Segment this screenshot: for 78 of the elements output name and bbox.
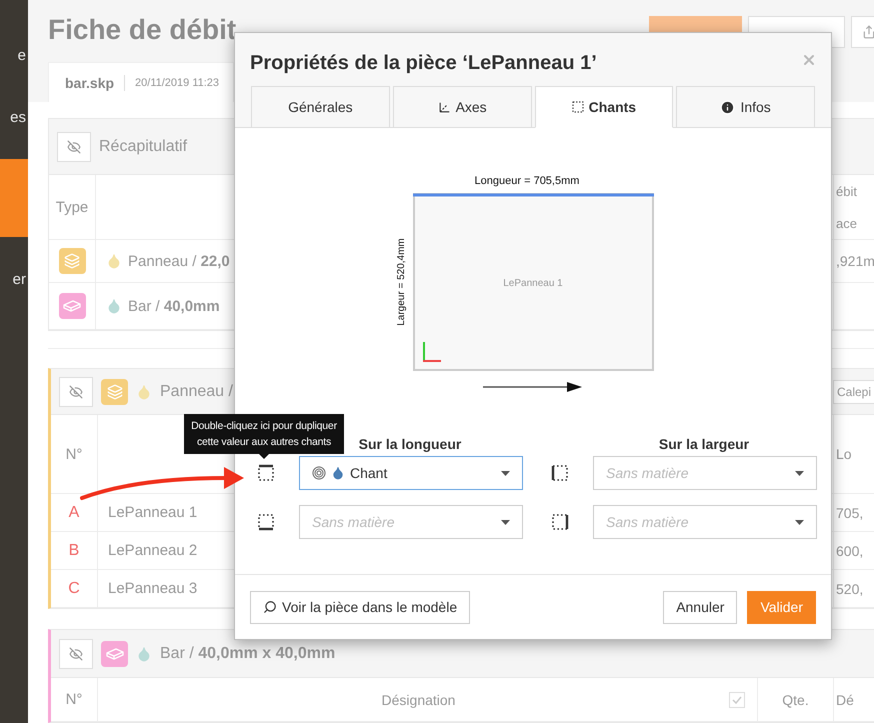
material-label: Bar / 40,0mm [128,298,220,314]
panel-title: Bar / 40,0mm x 40,0mm [160,644,336,662]
select-placeholder: Sans matière [606,514,690,530]
column-header: ace [836,214,858,232]
edge-icon[interactable] [550,512,570,532]
edge-icon[interactable] [550,463,570,483]
column-header: N° [51,678,98,721]
hide-button[interactable] [57,132,91,162]
cancel-button[interactable]: Annuler [663,590,738,624]
panel-title: Récapitulatif [99,138,188,156]
file-name: bar.skp [65,74,114,90]
tab[interactable]: Générales [251,86,390,127]
caret-icon [795,470,804,476]
drop-icon [331,466,345,480]
tab[interactable]: Chants [534,86,674,128]
piece-label: LePanneau 1 [503,278,563,289]
row-letter: A [51,494,98,531]
hide-button[interactable] [59,638,93,668]
sidebar-item[interactable]: e [0,35,28,75]
brick-icon [106,648,124,660]
part-name: LePanneau 1 [108,504,198,521]
locate-button[interactable]: Voir la pièce dans le modèle [250,590,470,624]
axes-icon [423,342,441,362]
column-header: Qte. [782,692,809,708]
tab[interactable]: Axes [392,86,532,127]
column-header: Type [49,175,96,239]
column-header: Lo [836,446,853,462]
dialog-title: Propriétés de la pièce ‘LePanneau 1’ [250,52,597,75]
tooltip: Double-cliquez ici pour dupliquer cette valeur aux autres chants [184,414,344,454]
file-date: 20/11/2019 11:23 [135,76,220,88]
toolbar-button[interactable] [851,16,874,48]
table-cell: ,921m [836,253,874,269]
panel-title: Panneau / [160,382,233,400]
select-value: Chant [350,465,388,481]
eye-off-icon [69,646,83,660]
width-label: Largeur = 520,4mm [396,238,407,326]
eye-off-icon [69,384,83,398]
material-label: Panneau / 22,0 [128,252,230,270]
part-name: LePanneau 2 [108,542,198,559]
select-placeholder: Sans matière [312,514,396,530]
tooltip-pointer [258,453,270,459]
brick-icon [63,300,81,312]
table-cell-text: 705, [836,504,864,520]
column-header: Dé [836,692,855,708]
select-placeholder: Sans matière [606,465,690,481]
layers-icon [106,384,122,400]
axes-icon [438,100,451,114]
table-cell-text: 520, [836,580,864,596]
file-tab[interactable]: bar.skp 20/11/2019 11:23 [48,62,234,102]
sidebar-item[interactable]: er [0,259,28,299]
part-name: LePanneau 3 [108,580,198,597]
info-icon [720,100,736,114]
dashed-square-icon [572,101,584,113]
checkbox[interactable] [729,692,745,708]
rings-icon [312,466,326,480]
search-icon [263,600,277,614]
column-header: N° [51,415,98,493]
section-title: Sur la longueur [358,436,462,452]
sidebar-item[interactable]: es [0,97,28,137]
caret-icon [501,520,510,524]
eye-off-icon [67,140,81,154]
length-label: Longueur = 705,5mm [474,175,580,187]
row-letter: C [51,570,98,607]
row-letter: B [51,532,98,569]
hide-button[interactable] [59,376,93,406]
table-cell-text: 600, [836,542,864,558]
column-header: Désignation [382,692,456,708]
column-header: ébit [836,182,858,200]
edge-icon[interactable] [256,463,276,483]
layers-icon [64,253,80,269]
section-title: Sur la largeur [658,436,750,452]
caret-icon [501,470,510,476]
page-title: Fiche de débit [48,14,236,46]
caret-icon [795,520,804,524]
share-icon [862,25,874,39]
edge-select[interactable]: Chant [299,456,523,490]
tab[interactable]: Infos [676,86,815,127]
edge-icon[interactable] [256,512,276,532]
